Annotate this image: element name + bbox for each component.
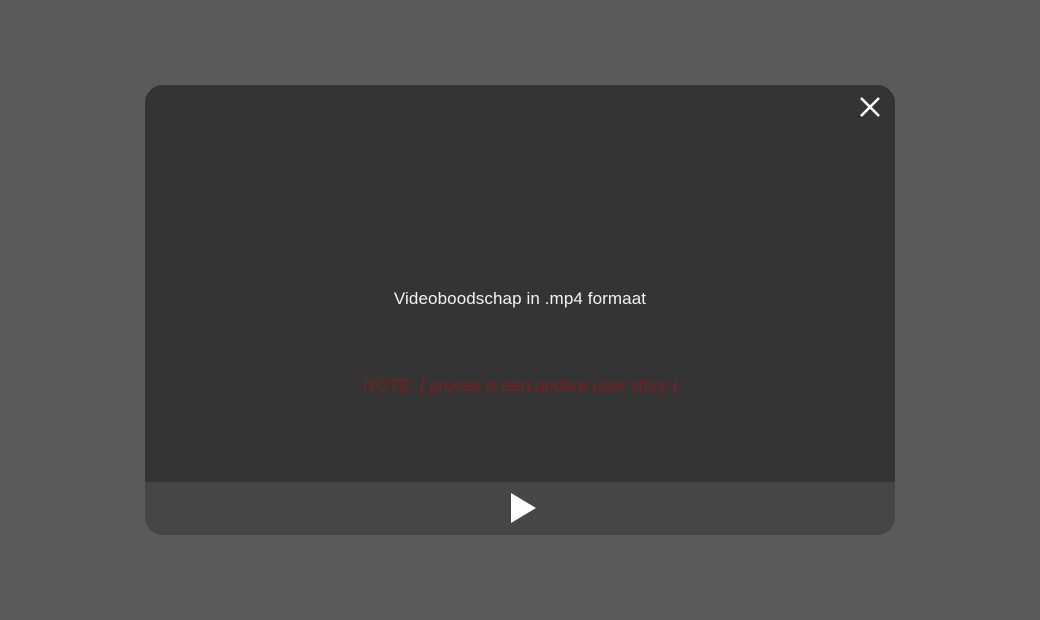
play-icon [511, 493, 536, 523]
video-note: NOTE: [ proces is een andere user story … [363, 376, 677, 395]
close-button[interactable] [855, 93, 885, 121]
video-player-area[interactable]: Videoboodschap in .mp4 formaat NOTE: [ p… [145, 85, 895, 482]
video-modal: Videoboodschap in .mp4 formaat NOTE: [ p… [145, 85, 895, 535]
play-button[interactable] [505, 491, 541, 525]
video-caption: Videoboodschap in .mp4 formaat [393, 289, 647, 308]
video-control-bar [145, 482, 895, 535]
close-icon [860, 97, 880, 117]
